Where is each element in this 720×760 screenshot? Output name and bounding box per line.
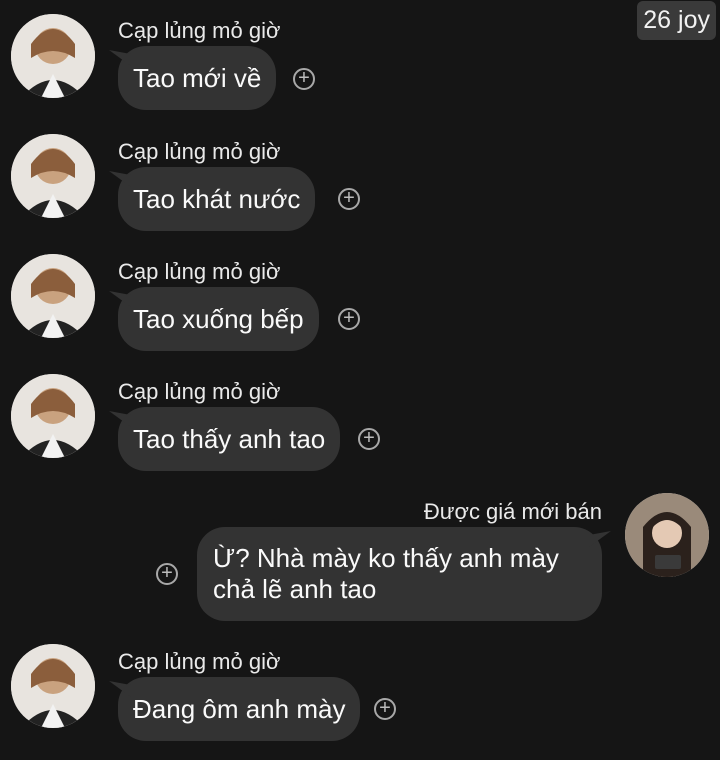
add-reaction-icon[interactable]: + <box>156 563 178 585</box>
sender-name: Cạp lủng mỏ giờ <box>118 379 281 404</box>
message-bubble[interactable]: Tao thấy anh tao <box>118 407 341 471</box>
message-line: chả lẽ anh tao <box>213 574 377 604</box>
avatar[interactable] <box>625 493 709 577</box>
add-reaction-icon[interactable]: + <box>338 188 360 210</box>
message-bubble[interactable]: Tao xuống bếp <box>118 287 319 351</box>
message-bubble[interactable]: Đang ôm anh mày <box>118 677 361 741</box>
sender-name: Cạp lủng mỏ giờ <box>118 139 281 164</box>
avatar[interactable] <box>11 254 95 338</box>
top-badge: 26 joy <box>637 1 716 40</box>
message-bubble[interactable]: Ừ? Nhà mày ko thấy anh mày chả lẽ anh ta… <box>197 527 602 621</box>
avatar[interactable] <box>11 374 95 458</box>
sender-name: Cạp lủng mỏ giờ <box>118 259 281 284</box>
avatar[interactable] <box>11 14 95 98</box>
avatar[interactable] <box>11 134 95 218</box>
sender-name: Cạp lủng mỏ giờ <box>118 18 281 43</box>
sender-name: Cạp lủng mỏ giờ <box>118 649 281 674</box>
message-line: Ừ? Nhà mày ko thấy anh mày <box>213 543 559 573</box>
sender-name: Được giá mới bán <box>423 499 602 524</box>
message-bubble[interactable]: Tao khát nước <box>118 167 316 231</box>
add-reaction-icon[interactable]: + <box>293 68 315 90</box>
add-reaction-icon[interactable]: + <box>374 698 396 720</box>
message-bubble[interactable]: Tao mới về <box>118 46 277 110</box>
avatar[interactable] <box>11 644 95 728</box>
add-reaction-icon[interactable]: + <box>338 308 360 330</box>
add-reaction-icon[interactable]: + <box>358 428 380 450</box>
